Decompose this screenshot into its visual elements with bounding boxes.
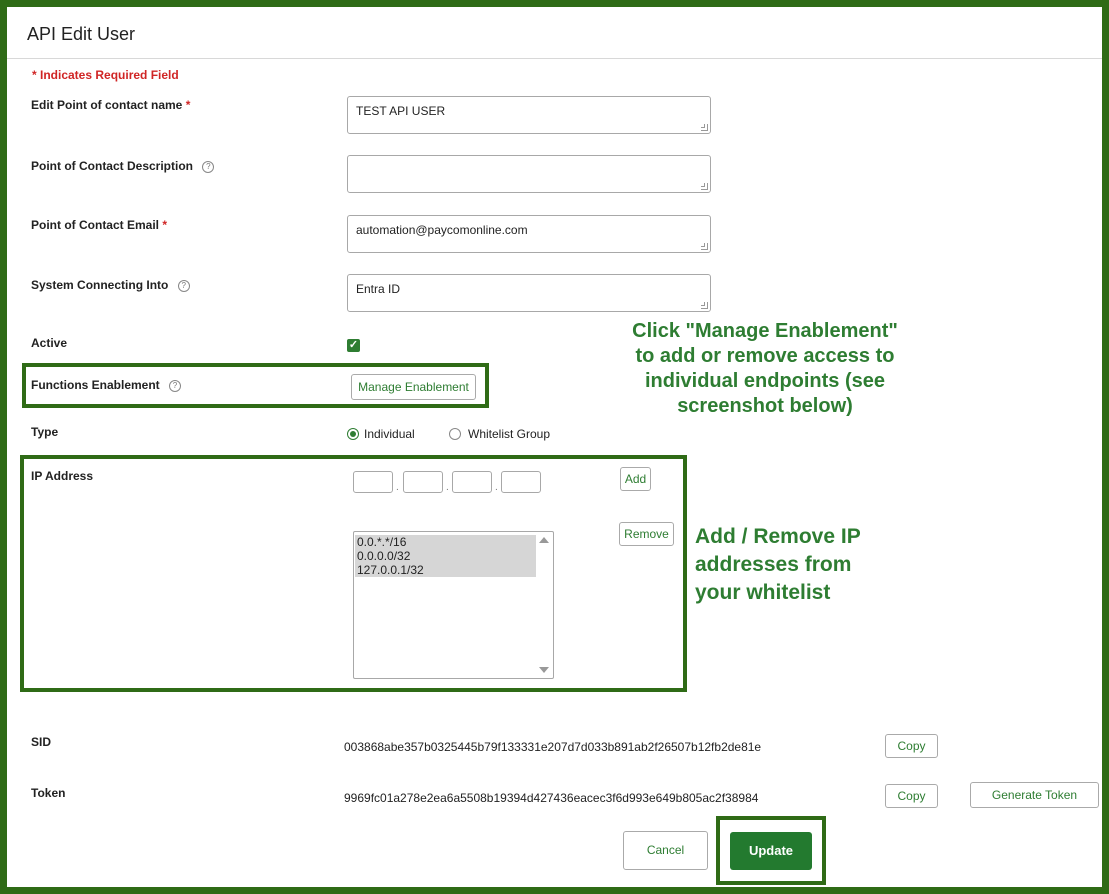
callout-line: Add / Remove IP — [695, 525, 861, 548]
scroll-up-arrow-icon[interactable] — [539, 537, 549, 543]
callout-line: screenshot below) — [677, 395, 853, 417]
ip-address-label: IP Address — [31, 469, 94, 483]
ip-list[interactable]: 0.0.*.*/16 0.0.0.0/32 127.0.0.1/32 — [353, 531, 554, 679]
callout-line: your whitelist — [695, 581, 831, 604]
active-label: Active — [31, 336, 68, 350]
resize-grip-icon[interactable] — [701, 243, 708, 250]
ip-list-item[interactable]: 0.0.0.0/32 — [355, 549, 536, 563]
ip-list-item[interactable]: 0.0.*.*/16 — [355, 535, 536, 549]
resize-grip-icon[interactable] — [701, 124, 708, 131]
update-button[interactable]: Update — [730, 832, 812, 870]
required-field-note: * Indicates Required Field — [32, 68, 179, 82]
token-value: 9969fc01a278e2ea6a5508b19394d427436eacec… — [344, 791, 759, 805]
radio-individual[interactable] — [347, 428, 359, 440]
email-label: Point of Contact Email * — [31, 218, 167, 232]
callout-line: to add or remove access to — [635, 345, 895, 367]
callout-line: individual endpoints (see — [644, 370, 886, 392]
resize-grip-icon[interactable] — [701, 183, 708, 190]
add-ip-button[interactable]: Add — [620, 467, 651, 491]
ip-dot: . — [446, 482, 449, 493]
email-field[interactable]: automation@paycomonline.com — [347, 215, 711, 253]
description-label: Point of Contact Description ? — [31, 159, 215, 173]
sid-label: SID — [31, 735, 52, 749]
copy-sid-button[interactable]: Copy — [885, 734, 938, 758]
functions-label: Functions Enablement ? — [31, 378, 182, 392]
contact-name-label-text: Edit Point of contact name — [31, 98, 183, 112]
required-star: * — [162, 218, 168, 232]
sid-value: 003868abe357b0325445b79f133331e207d7d033… — [344, 740, 762, 754]
screenshot-frame — [0, 0, 1109, 894]
ip-list-item[interactable]: 127.0.0.1/32 — [355, 563, 536, 577]
description-field[interactable] — [347, 155, 711, 193]
help-icon[interactable]: ? — [202, 161, 215, 173]
ip-dot: . — [495, 482, 498, 493]
callout-line: addresses from — [695, 553, 852, 576]
ip-octet-3[interactable] — [452, 471, 492, 493]
system-label-text: System Connecting Into — [31, 278, 169, 292]
ip-dot: . — [396, 482, 399, 493]
scroll-down-arrow-icon[interactable] — [539, 667, 549, 673]
ip-octet-2[interactable] — [403, 471, 443, 493]
ip-octet-1[interactable] — [353, 471, 393, 493]
cancel-button[interactable]: Cancel — [623, 831, 708, 870]
radio-whitelist-group[interactable] — [449, 428, 461, 440]
ip-octet-4[interactable] — [501, 471, 541, 493]
radio-individual-label: Individual — [364, 427, 415, 441]
email-value: automation@paycomonline.com — [356, 223, 528, 237]
ip-callout: Add / Remove IP addresses from your whit… — [695, 523, 955, 607]
resize-grip-icon[interactable] — [701, 302, 708, 309]
functions-label-text: Functions Enablement — [31, 378, 160, 392]
token-label: Token — [31, 786, 66, 800]
active-checkbox[interactable]: ✓ — [347, 339, 360, 352]
radio-whitelist-group-label: Whitelist Group — [468, 427, 551, 441]
remove-ip-button[interactable]: Remove — [619, 522, 674, 546]
manage-enablement-callout: Click "Manage Enablement" to add or remo… — [575, 319, 955, 419]
contact-name-label: Edit Point of contact name * — [31, 98, 190, 112]
system-field[interactable]: Entra ID — [347, 274, 711, 312]
help-icon[interactable]: ? — [169, 380, 182, 392]
page-title: API Edit User — [27, 24, 136, 44]
required-star: * — [185, 98, 191, 112]
header-bar — [7, 7, 1102, 59]
copy-token-button[interactable]: Copy — [885, 784, 938, 808]
email-label-text: Point of Contact Email — [31, 218, 160, 232]
generate-token-button[interactable]: Generate Token — [970, 782, 1099, 808]
system-value: Entra ID — [356, 282, 401, 296]
description-label-text: Point of Contact Description — [31, 159, 193, 173]
system-label: System Connecting Into ? — [31, 278, 190, 292]
manage-enablement-button[interactable]: Manage Enablement — [351, 374, 476, 400]
contact-name-value: TEST API USER — [356, 104, 446, 118]
type-label: Type — [31, 425, 59, 439]
contact-name-field[interactable]: TEST API USER — [347, 96, 711, 134]
help-icon[interactable]: ? — [177, 280, 190, 292]
callout-line: Click "Manage Enablement" — [632, 320, 898, 342]
